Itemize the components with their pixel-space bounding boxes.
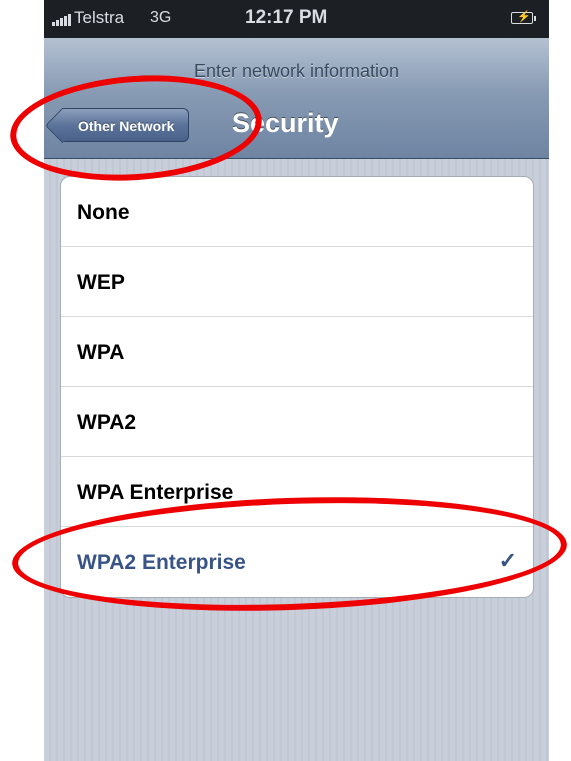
navigation-bar: Enter network information Other Network … [44,38,549,159]
status-bar: Telstra 3G 12:17 PM ⚡ [44,0,549,38]
security-option-wpa[interactable]: WPA [61,317,533,387]
security-options-list: None WEP WPA WPA2 WPA Enterprise WPA2 En… [60,176,534,598]
security-option-wep[interactable]: WEP [61,247,533,317]
status-time: 12:17 PM [245,7,328,28]
security-option-wpa2-enterprise[interactable]: WPA2 Enterprise ✓ [61,527,533,597]
back-button-label: Other Network [78,118,175,134]
back-button[interactable]: Other Network [62,108,190,142]
option-label: WPA2 [77,411,137,434]
security-option-wpa2[interactable]: WPA2 [61,387,533,457]
nav-prompt: Enter network information [193,61,400,81]
security-option-wpa-enterprise[interactable]: WPA Enterprise [61,457,533,527]
option-label: WPA Enterprise [77,481,234,504]
option-label: WPA2 Enterprise [77,551,246,574]
checkmark-icon: ✓ [498,548,517,573]
carrier-name: Telstra [74,8,125,27]
page-title: Security [232,108,339,138]
signal-strength-icon [52,14,72,26]
battery-charging-icon: ⚡ [511,11,536,24]
option-label: None [77,201,130,224]
security-option-none[interactable]: None [61,177,533,247]
option-label: WPA [77,341,125,364]
option-label: WEP [77,271,125,294]
network-type: 3G [150,9,172,26]
phone-screen: Telstra 3G 12:17 PM ⚡ Enter network info… [44,0,549,761]
